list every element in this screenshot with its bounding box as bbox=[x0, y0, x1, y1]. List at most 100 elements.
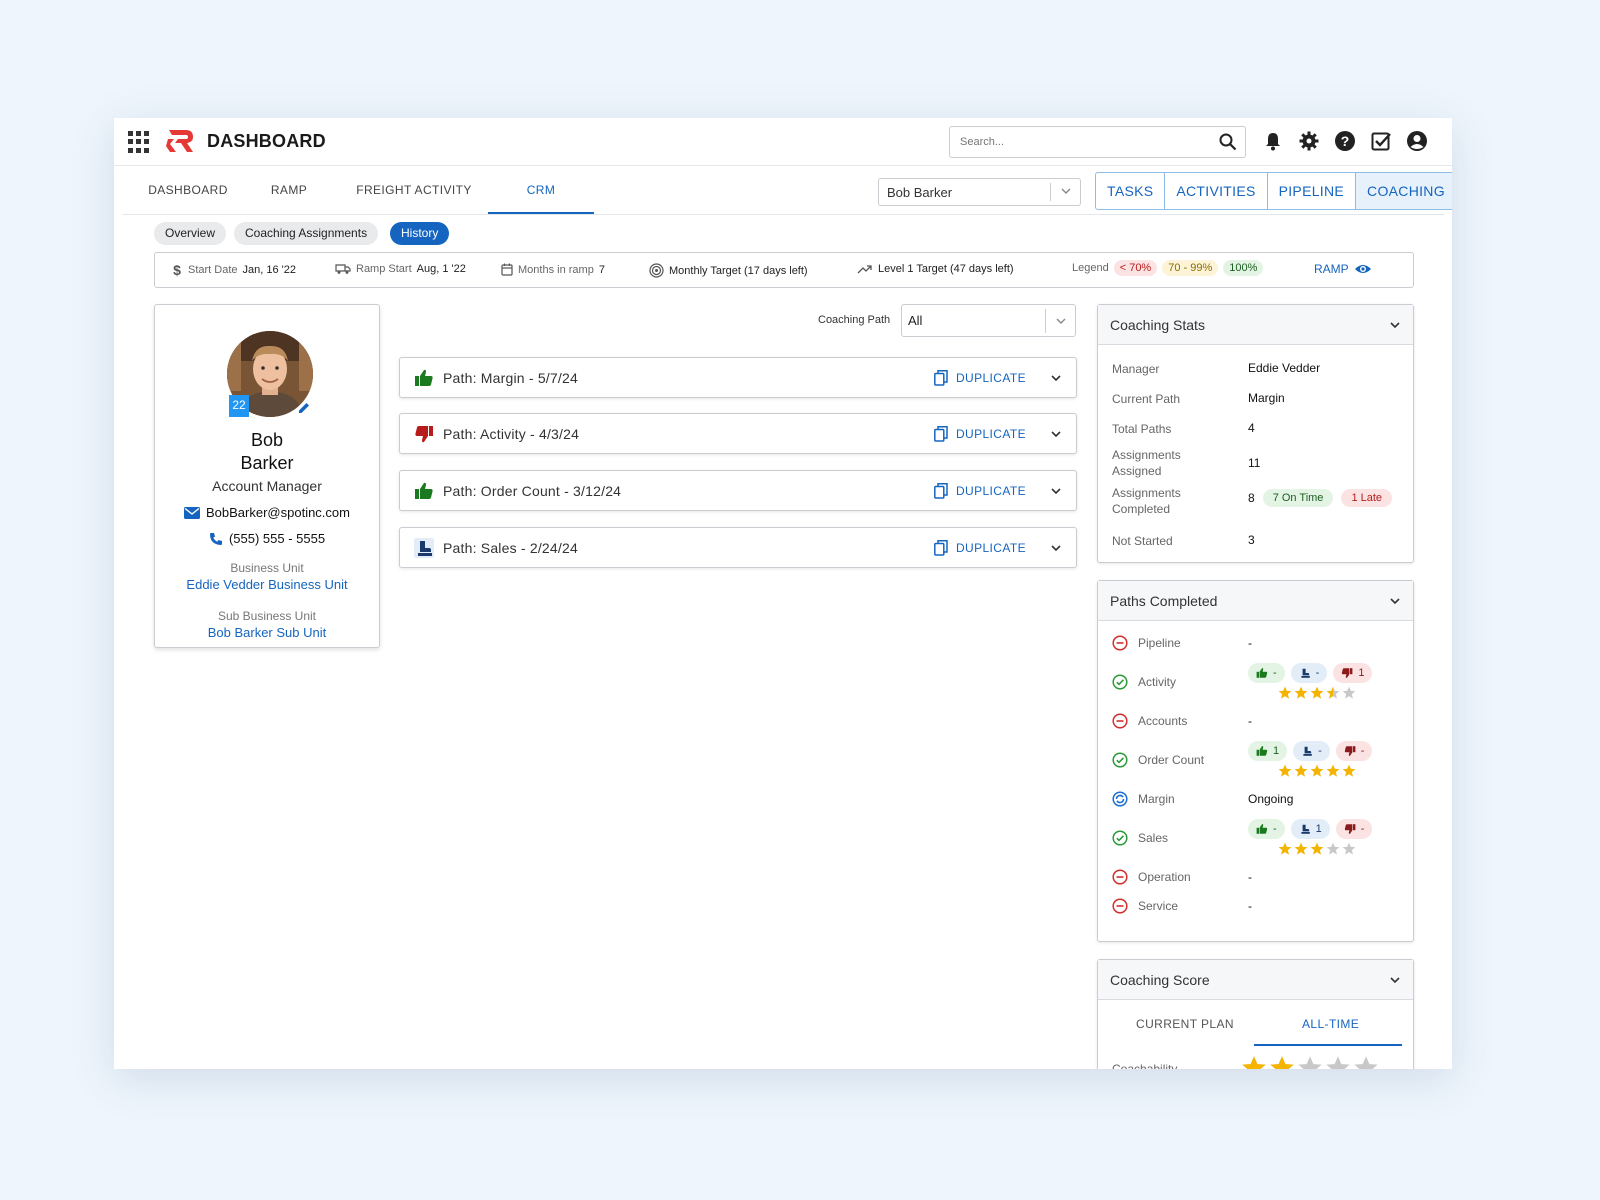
path-completed-row: Sales bbox=[1112, 830, 1168, 846]
star-icon bbox=[1242, 1056, 1266, 1069]
vote-counts: -1- bbox=[1248, 819, 1373, 839]
tab-crm[interactable]: CRM bbox=[488, 166, 594, 214]
ramp-link[interactable]: RAMP bbox=[1314, 262, 1372, 276]
bell-icon[interactable] bbox=[1262, 130, 1284, 152]
path-row[interactable]: Path: Sales - 2/24/24 DUPLICATE bbox=[399, 527, 1077, 568]
neutral-hand-icon bbox=[414, 538, 434, 558]
gear-icon[interactable] bbox=[1298, 130, 1320, 152]
svg-text:?: ? bbox=[1341, 133, 1350, 149]
path-completed-label: Order Count bbox=[1138, 753, 1205, 767]
thumbs-up-icon bbox=[415, 482, 433, 499]
late-badge: 1 Late bbox=[1341, 489, 1393, 507]
coaching-path-select[interactable]: All bbox=[901, 304, 1076, 337]
chevron-down-icon[interactable] bbox=[1389, 974, 1401, 986]
duplicate-button[interactable]: DUPLICATE bbox=[933, 540, 1026, 556]
profile-email[interactable]: BobBarker@spotinc.com bbox=[206, 505, 350, 520]
thumbs-up-icon bbox=[1256, 668, 1268, 678]
profile-phone[interactable]: (555) 555 - 5555 bbox=[229, 531, 325, 546]
thumbs-down-icon bbox=[1344, 824, 1356, 834]
account-icon[interactable] bbox=[1406, 130, 1428, 152]
stat-value: 3 bbox=[1248, 533, 1255, 547]
app-window: DASHBOARD ? DASHBOARD RAMP FREIGHT ACTIV… bbox=[114, 118, 1452, 1069]
star-icon bbox=[1342, 842, 1356, 855]
legend-under-70: < 70% bbox=[1113, 260, 1158, 276]
vote-counts: 1-- bbox=[1248, 741, 1373, 761]
chevron-down-icon[interactable] bbox=[1050, 428, 1062, 440]
paths-completed-title: Paths Completed bbox=[1110, 593, 1218, 609]
chevron-down-icon[interactable] bbox=[1389, 319, 1401, 331]
app-title: DASHBOARD bbox=[207, 131, 326, 151]
chevron-down-icon[interactable] bbox=[1050, 542, 1062, 554]
coaching-score-tabs: CURRENT PLAN ALL-TIME bbox=[1098, 1001, 1413, 1047]
vote-counts: --1 bbox=[1248, 663, 1373, 683]
ramp-info-strip: $ Start Date Jan, 16 '22 Ramp Start Aug,… bbox=[154, 252, 1414, 288]
path-completed-value: Ongoing bbox=[1248, 792, 1294, 806]
stat-label: Not Started bbox=[1112, 534, 1173, 548]
chip-history[interactable]: History bbox=[390, 222, 450, 245]
star-icon bbox=[1310, 764, 1324, 777]
search-icon[interactable] bbox=[1219, 133, 1237, 151]
coaching-stats-title: Coaching Stats bbox=[1110, 317, 1205, 333]
sub-business-unit-link[interactable]: Bob Barker Sub Unit bbox=[155, 625, 379, 640]
copy-icon bbox=[933, 370, 948, 386]
business-unit-link[interactable]: Eddie Vedder Business Unit bbox=[155, 577, 379, 592]
tab-current-plan[interactable]: CURRENT PLAN bbox=[1136, 1017, 1234, 1031]
level-badge: 22 bbox=[229, 395, 249, 417]
path-completed-value: - bbox=[1248, 870, 1252, 884]
path-row[interactable]: Path: Activity - 4/3/24 DUPLICATE bbox=[399, 413, 1077, 454]
chevron-down-icon[interactable] bbox=[1389, 595, 1401, 607]
tab-all-time[interactable]: ALL-TIME bbox=[1302, 1017, 1359, 1031]
chevron-down-icon[interactable] bbox=[1050, 372, 1062, 384]
start-date-value: Jan, 16 '22 bbox=[242, 264, 297, 276]
duplicate-label: DUPLICATE bbox=[955, 371, 1026, 385]
path-row[interactable]: Path: Order Count - 3/12/24 DUPLICATE bbox=[399, 470, 1077, 511]
search-input[interactable] bbox=[950, 127, 1200, 157]
coaching-score-header[interactable]: Coaching Score bbox=[1098, 960, 1413, 1000]
tab-freight-activity[interactable]: FREIGHT ACTIVITY bbox=[354, 166, 474, 214]
apps-grid-icon[interactable] bbox=[128, 131, 150, 153]
duplicate-button[interactable]: DUPLICATE bbox=[933, 370, 1026, 386]
chevron-down-icon[interactable] bbox=[1050, 485, 1062, 497]
user-select-value: Bob Barker bbox=[887, 185, 953, 200]
check-circle-icon bbox=[1112, 674, 1128, 690]
copy-icon bbox=[933, 540, 948, 556]
tab-dashboard[interactable]: DASHBOARD bbox=[148, 166, 228, 214]
duplicate-button[interactable]: DUPLICATE bbox=[933, 483, 1026, 499]
help-icon[interactable]: ? bbox=[1334, 130, 1356, 152]
pipeline-button[interactable]: PIPELINE bbox=[1268, 173, 1357, 209]
star-icon bbox=[1278, 686, 1292, 699]
chip-coaching-assignments[interactable]: Coaching Assignments bbox=[234, 222, 379, 245]
coaching-button[interactable]: COACHING bbox=[1356, 173, 1452, 209]
tab-ramp[interactable]: RAMP bbox=[264, 166, 314, 214]
vote-count-badge: - bbox=[1335, 819, 1373, 839]
path-completed-row: Service bbox=[1112, 898, 1178, 914]
path-completed-row: Operation bbox=[1112, 869, 1191, 885]
sub-business-unit-label: Sub Business Unit bbox=[217, 609, 317, 623]
star-icon bbox=[1342, 764, 1356, 777]
activities-button[interactable]: ACTIVITIES bbox=[1165, 173, 1268, 209]
paths-completed-header[interactable]: Paths Completed bbox=[1098, 581, 1413, 621]
coaching-stats-header[interactable]: Coaching Stats bbox=[1098, 305, 1413, 345]
thumbs-up-icon bbox=[1256, 746, 1268, 756]
tasks-button[interactable]: TASKS bbox=[1096, 173, 1166, 209]
path-completed-value: - bbox=[1248, 636, 1252, 650]
chip-overview[interactable]: Overview bbox=[154, 222, 227, 245]
check-circle-icon bbox=[1112, 830, 1128, 846]
edit-pencil-icon[interactable] bbox=[297, 401, 311, 415]
path-title: Path: Margin - 5/7/24 bbox=[443, 370, 578, 386]
minus-circle-icon bbox=[1112, 635, 1128, 651]
user-select[interactable]: Bob Barker bbox=[878, 178, 1081, 206]
star-icon bbox=[1354, 1056, 1378, 1069]
duplicate-label: DUPLICATE bbox=[955, 427, 1026, 441]
star-icon bbox=[1342, 686, 1356, 699]
coachability-rating bbox=[1241, 1055, 1379, 1069]
tasks-check-icon[interactable] bbox=[1370, 130, 1392, 152]
profile-first-name: Bob bbox=[250, 430, 284, 450]
on-time-badge: 7 On Time bbox=[1262, 489, 1334, 507]
coaching-score-title: Coaching Score bbox=[1110, 972, 1210, 988]
duplicate-button[interactable]: DUPLICATE bbox=[933, 426, 1026, 442]
vote-count-badge: 1 bbox=[1248, 741, 1288, 761]
path-row[interactable]: Path: Margin - 5/7/24 DUPLICATE bbox=[399, 357, 1077, 398]
thumbs-up-icon bbox=[415, 369, 433, 386]
search-box[interactable] bbox=[949, 126, 1246, 158]
